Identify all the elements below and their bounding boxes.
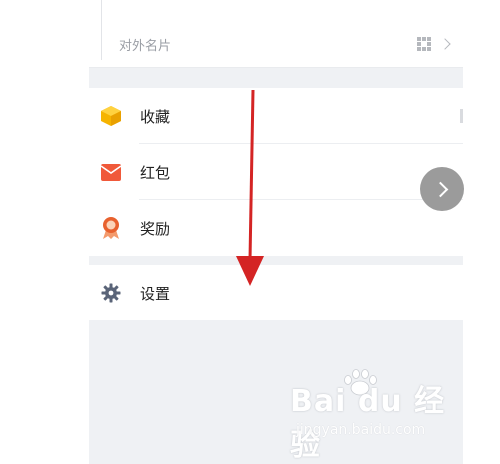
menu-list: 收藏 红包 奖励 [89, 88, 463, 256]
namecard-row[interactable]: 对外名片 [119, 30, 451, 58]
menu-item-red-packet[interactable]: 红包 [89, 144, 463, 200]
menu-item-label: 红包 [140, 163, 171, 182]
menu-item-label: 收藏 [140, 107, 171, 126]
menu-item-settings[interactable]: 设置 [89, 265, 463, 321]
floating-expand-button[interactable] [420, 167, 464, 211]
namecard-actions [417, 37, 451, 51]
qr-code-icon [417, 37, 431, 51]
menu-item-favorites[interactable]: 收藏 [89, 88, 463, 144]
reward-medal-icon [99, 216, 123, 240]
app-screen: 对外名片 收藏 红包 奖励 设置 [89, 0, 463, 464]
screenshot-canvas: 对外名片 收藏 红包 奖励 设置 Bai du 经验 jingyan.baidu… [0, 0, 500, 464]
favorites-cube-icon [99, 104, 123, 128]
gear-icon [99, 281, 123, 305]
chevron-right-icon [432, 181, 448, 197]
menu-item-label: 设置 [140, 284, 171, 303]
red-envelope-icon [99, 160, 123, 184]
card-edge-line [101, 0, 102, 60]
settings-section: 设置 [89, 265, 463, 320]
row-edge-stub [460, 109, 463, 123]
menu-item-rewards[interactable]: 奖励 [89, 200, 463, 256]
chevron-right-icon [439, 38, 451, 50]
menu-item-label: 奖励 [140, 219, 171, 238]
namecard-label: 对外名片 [119, 38, 172, 54]
profile-card: 对外名片 [89, 0, 463, 68]
